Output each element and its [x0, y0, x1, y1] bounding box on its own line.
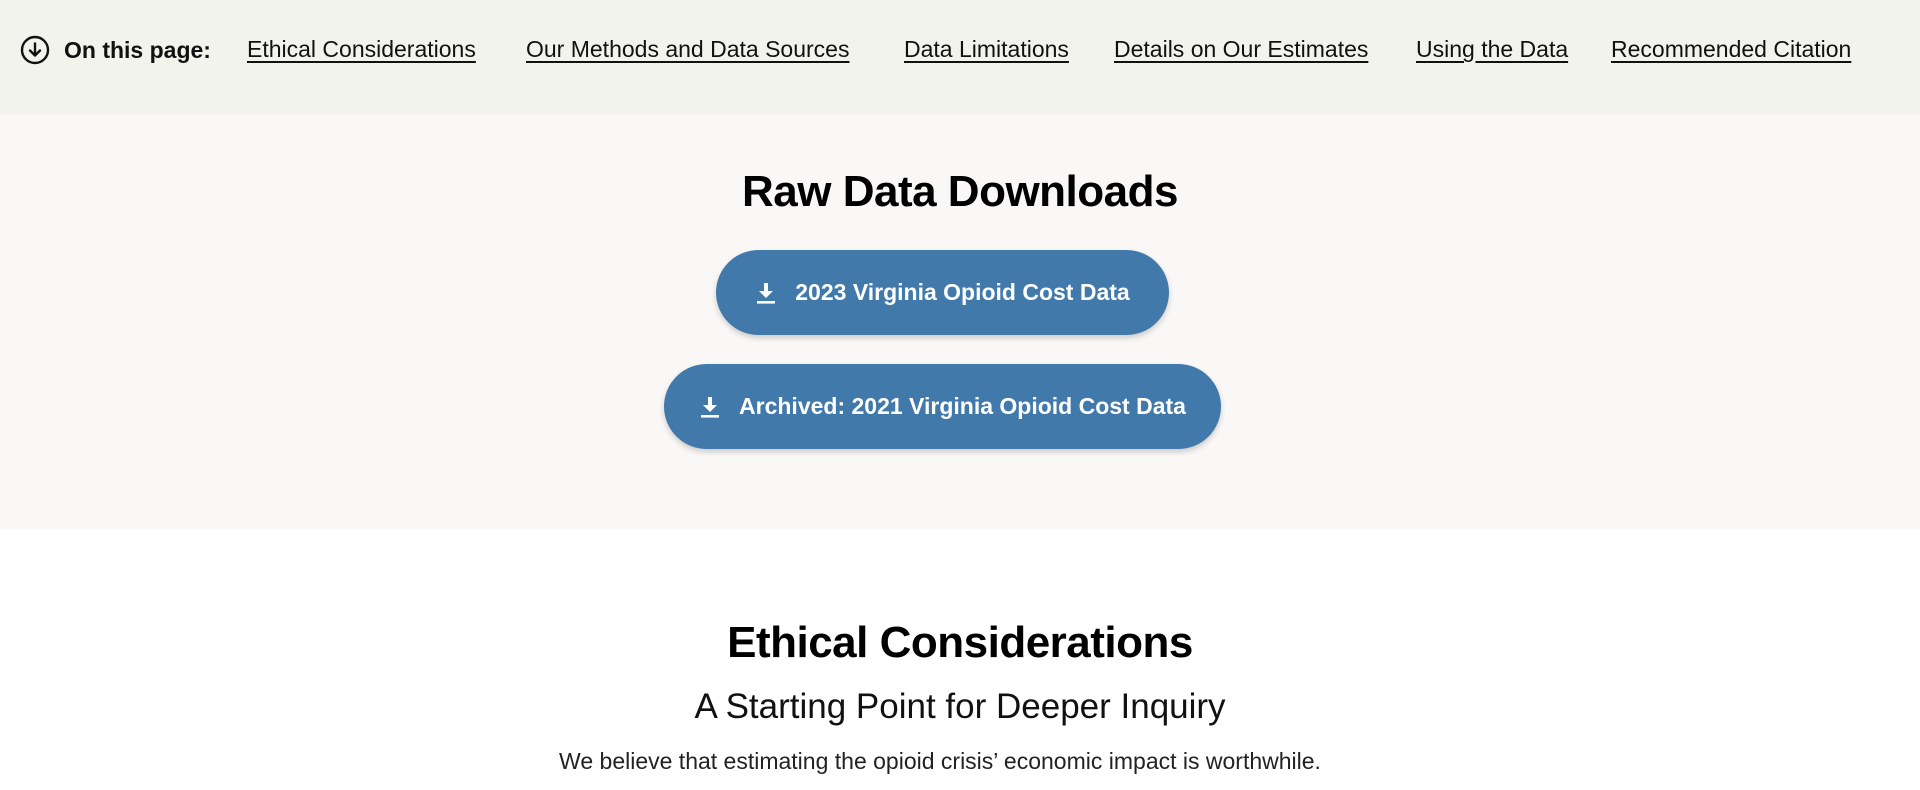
download-2023-data-label: 2023 Virginia Opioid Cost Data	[795, 279, 1130, 305]
download-icon	[701, 396, 720, 418]
raw-data-downloads-section: Raw Data Downloads 2023 Virginia Opioid …	[0, 114, 1920, 529]
download-2023-data-button[interactable]: 2023 Virginia Opioid Cost Data	[716, 250, 1169, 335]
ethical-considerations-body: We believe that estimating the opioid cr…	[559, 748, 1321, 774]
on-this-page-heading: On this page:	[64, 37, 211, 63]
arrow-down-circle-icon	[20, 35, 50, 65]
download-icon	[757, 282, 776, 304]
nav-link-ethical-considerations[interactable]: Ethical Considerations	[247, 34, 476, 64]
nav-link-using-the-data[interactable]: Using the Data	[1416, 34, 1568, 64]
ethical-considerations-title: Ethical Considerations	[727, 618, 1193, 667]
nav-link-recommended-citation[interactable]: Recommended Citation	[1611, 34, 1851, 64]
ethical-considerations-subtitle: A Starting Point for Deeper Inquiry	[694, 687, 1226, 726]
on-this-page-nav: On this page: Ethical Considerations Our…	[0, 0, 1920, 114]
nav-link-details-on-estimates[interactable]: Details on Our Estimates	[1114, 34, 1368, 64]
nav-link-methods-and-data-sources[interactable]: Our Methods and Data Sources	[526, 34, 849, 64]
ethical-considerations-section: Ethical Considerations A Starting Point …	[0, 529, 1920, 790]
nav-link-data-limitations[interactable]: Data Limitations	[904, 34, 1069, 64]
download-archived-2021-data-button[interactable]: Archived: 2021 Virginia Opioid Cost Data	[664, 364, 1221, 449]
download-archived-2021-data-label: Archived: 2021 Virginia Opioid Cost Data	[739, 393, 1186, 419]
raw-data-downloads-title: Raw Data Downloads	[742, 167, 1178, 216]
